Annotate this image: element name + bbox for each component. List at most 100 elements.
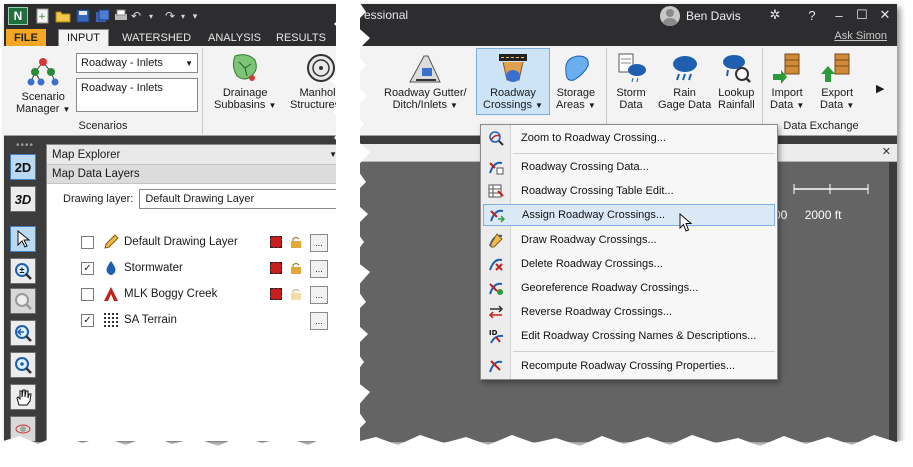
import-label-2: Data	[770, 99, 794, 111]
drainage-subbasins-button[interactable]: Drainage Subbasins ▼	[210, 48, 280, 115]
roadway-crossings-menu: Zoom to Roadway Crossing... Roadway Cros…	[480, 124, 778, 380]
zoom-extents-icon[interactable]: ±	[10, 258, 36, 284]
help-icon[interactable]: ?	[799, 6, 825, 24]
undo-dropdown-icon[interactable]: ▾	[146, 7, 156, 25]
lock-icon[interactable]	[290, 262, 302, 274]
layer-checkbox[interactable]: ✓	[81, 313, 94, 327]
group-label-scenarios: Scenarios	[78, 120, 128, 132]
import-data-button[interactable]: Import Data ▼	[766, 48, 808, 115]
map-data-layers-header[interactable]: Map Data Layers	[47, 165, 342, 184]
quick-access-menu-icon[interactable]: ▾	[190, 7, 200, 25]
scenario-list[interactable]: Roadway - Inlets	[76, 78, 198, 112]
svg-text:±: ±	[20, 265, 25, 275]
layer-name: Stormwater	[124, 262, 183, 274]
scale-bar	[793, 184, 869, 194]
open-folder-icon[interactable]	[54, 7, 72, 25]
menu-item-georeference[interactable]: Georeference Roadway Crossings...	[483, 277, 775, 299]
menu-item-edit-names[interactable]: ID Edit Roadway Crossing Names & Descrip…	[483, 325, 775, 347]
menu-item-delete-crossings[interactable]: Delete Roadway Crossings...	[483, 253, 775, 275]
layer-color-swatch[interactable]	[270, 288, 282, 300]
storm-data-icon	[614, 51, 648, 85]
zoom-previous-icon[interactable]	[10, 320, 36, 346]
lookup-rainfall-button[interactable]: Lookup Rainfall	[714, 48, 759, 114]
layer-row[interactable]: ✓ SA Terrain	[81, 309, 331, 331]
drawing-layer-select[interactable]: Default Drawing Layer	[139, 189, 340, 209]
tab-analysis[interactable]: ANALYSIS	[200, 29, 269, 46]
layer-checkbox[interactable]	[81, 235, 94, 249]
app-logo-icon[interactable]: N	[8, 7, 28, 25]
zoom-window-icon[interactable]	[10, 288, 36, 314]
layer-color-swatch[interactable]	[270, 236, 282, 248]
drainage-label-2: Subbasins	[214, 99, 266, 111]
redo-icon[interactable]: ↷	[162, 7, 178, 25]
gage-label-1: Rain	[673, 87, 696, 99]
scenario-list-item[interactable]: Roadway - Inlets	[81, 82, 163, 94]
toolbar-grip[interactable]: ••••	[16, 140, 34, 151]
roadway-gutter-button[interactable]: Roadway Gutter/ Ditch/Inlets ▼	[380, 48, 471, 115]
tab-watershed[interactable]: WATERSHED	[114, 29, 199, 46]
close-icon[interactable]: ✕	[872, 6, 897, 24]
group-separator	[606, 48, 607, 134]
water-drop-icon	[102, 259, 120, 277]
mouse-cursor-icon	[679, 213, 693, 232]
menu-item-assign-crossings[interactable]: Assign Roadway Crossings...	[483, 204, 775, 226]
chevron-down-icon: ▼	[846, 101, 855, 110]
zoom-center-icon[interactable]	[10, 352, 36, 378]
storage-label-2: Areas	[556, 99, 585, 111]
rain-cloud-icon	[668, 51, 702, 85]
pan-hand-icon[interactable]	[10, 384, 36, 410]
new-file-icon[interactable]: +	[34, 7, 52, 25]
menu-item-label: Recompute Roadway Crossing Properties...	[521, 360, 735, 372]
menu-item-table-edit[interactable]: Roadway Crossing Table Edit...	[483, 180, 775, 202]
menu-item-label: Roadway Crossing Table Edit...	[521, 185, 674, 197]
undo-icon[interactable]: ↶	[128, 7, 144, 25]
window-title: essional	[364, 8, 409, 22]
lock-icon[interactable]	[290, 236, 302, 248]
storm-data-button[interactable]: Storm Data	[610, 48, 652, 114]
select-arrow-icon[interactable]	[10, 226, 36, 252]
menu-item-crossing-data[interactable]: Roadway Crossing Data...	[483, 156, 775, 178]
tab-input[interactable]: INPUT	[58, 29, 109, 46]
user-name: Ben Davis	[686, 9, 741, 23]
menu-item-draw-crossings[interactable]: Draw Roadway Crossings...	[483, 229, 775, 251]
gutter-inlet-icon	[408, 51, 442, 85]
map-explorer-title: Map Explorer	[52, 148, 121, 161]
map-explorer-header[interactable]: Map Explorer ▼	[47, 145, 342, 165]
storage-areas-button[interactable]: Storage Areas ▼	[552, 48, 600, 115]
menu-item-label: Zoom to Roadway Crossing...	[521, 132, 666, 144]
svg-text:+: +	[38, 12, 46, 22]
view-3d-button[interactable]: 3D	[10, 186, 36, 212]
map-toolbar: •••• 2D 3D ±	[4, 136, 42, 442]
roadway-crossings-button[interactable]: Roadway Crossings ▼	[476, 48, 550, 115]
storage-pond-icon	[559, 51, 593, 85]
menu-item-recompute[interactable]: Recompute Roadway Crossing Properties...	[483, 355, 775, 377]
view-2d-button[interactable]: 2D	[10, 154, 36, 180]
print-icon[interactable]	[114, 7, 128, 25]
roadway-crossing-icon	[496, 51, 530, 85]
menu-item-label: Roadway Crossing Data...	[521, 161, 649, 173]
ribbon: Scenario Manager ▼ Roadway - Inlets ▼ Ro…	[4, 46, 897, 136]
gutter-label-2: Ditch/Inlets	[392, 99, 447, 111]
scenario-manager-button[interactable]: Scenario Manager ▼	[12, 52, 74, 119]
storm-label-2: Data	[619, 99, 643, 111]
save-all-icon[interactable]	[94, 7, 112, 25]
layer-color-swatch[interactable]	[270, 262, 282, 274]
layer-checkbox[interactable]	[81, 287, 94, 301]
drawing-layer-value: Default Drawing Layer	[145, 193, 255, 205]
user-account[interactable]: Ben Davis	[660, 6, 741, 26]
map-close-icon[interactable]: ✕	[882, 145, 891, 158]
export-data-button[interactable]: Export Data ▼	[816, 48, 858, 115]
layer-checkbox[interactable]: ✓	[81, 261, 94, 275]
rain-gage-data-button[interactable]: Rain Gage Data	[654, 48, 715, 114]
save-icon[interactable]	[74, 7, 92, 25]
ask-simon-link[interactable]: Ask Simon	[834, 30, 887, 42]
menu-item-zoom-to-crossing[interactable]: Zoom to Roadway Crossing...	[483, 127, 775, 149]
scenario-select[interactable]: Roadway - Inlets ▼	[76, 53, 198, 73]
settings-gear-icon[interactable]: ✲	[762, 6, 788, 24]
redo-dropdown-icon[interactable]: ▾	[178, 7, 188, 25]
menu-item-reverse-crossings[interactable]: Reverse Roadway Crossings...	[483, 301, 775, 323]
ribbon-scroll-right-icon[interactable]: ▶	[876, 82, 884, 95]
lock-icon[interactable]	[290, 288, 302, 300]
tab-file[interactable]: FILE	[6, 29, 46, 46]
tab-results[interactable]: RESULTS	[268, 29, 334, 46]
